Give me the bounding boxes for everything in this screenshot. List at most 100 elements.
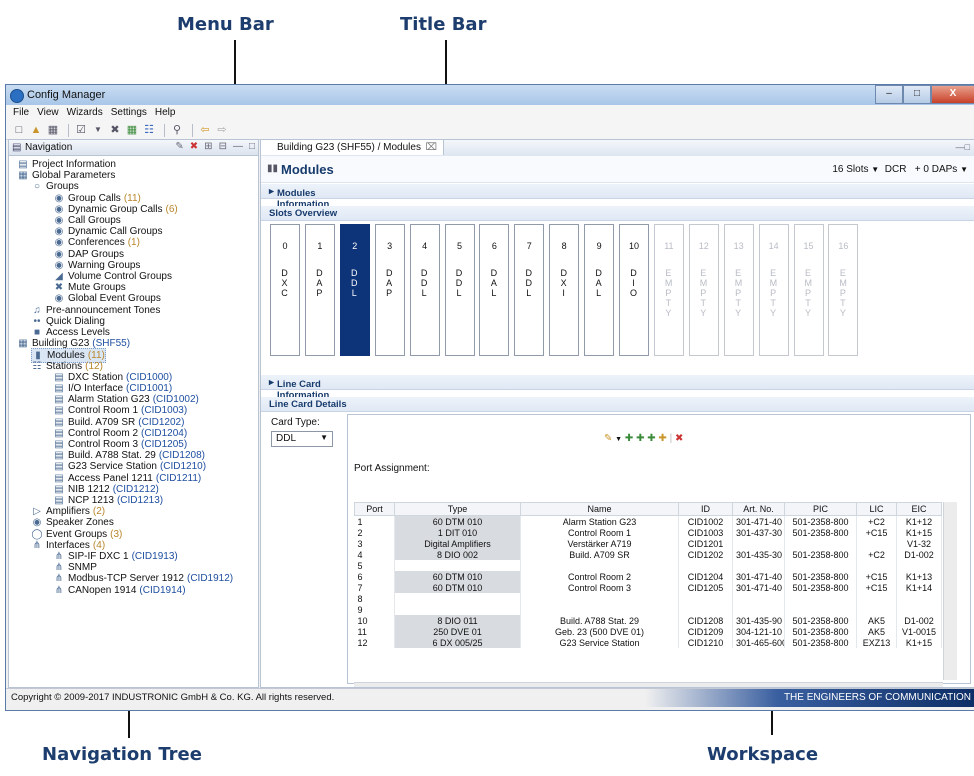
add-port-icon[interactable]: ✚ [636, 433, 644, 444]
slot-card[interactable]: 9 DAL [584, 224, 615, 356]
menu-file[interactable]: File [10, 105, 34, 121]
workspace: Building G23 (SHF55) / Modules ⌧ —□ ▮▮ M… [260, 139, 974, 688]
chevron-down-icon[interactable]: ▼ [871, 165, 879, 174]
column-header[interactable]: LIC [856, 502, 897, 516]
column-header[interactable]: Port [354, 502, 395, 516]
table-row[interactable]: 5 [354, 560, 942, 571]
back-arrow-icon[interactable]: ⇦ [198, 123, 212, 137]
save-icon[interactable]: ▦ [46, 123, 60, 137]
slot-type: EMPTY [734, 268, 743, 318]
slot-card[interactable]: 3 DAP [374, 224, 405, 356]
modules-information-section[interactable]: ▸ Modules Information [261, 184, 974, 210]
table-cell: 301-471-40 [732, 515, 785, 527]
column-header[interactable]: EIC [896, 502, 942, 516]
search-icon[interactable]: ⚲ [170, 123, 184, 137]
add-port-icon[interactable]: ✚ [647, 433, 655, 444]
table-row[interactable]: 3 Digital Amplifiers Verstärker A719 CID120… [354, 538, 942, 549]
new-item-icon[interactable]: ✎ [175, 141, 183, 152]
navigation-tree: ▤ Project Information ▦ Global Parameters ○ G… [9, 156, 258, 686]
slot-card[interactable]: 12 EMPTY [688, 224, 719, 356]
slot-card[interactable]: 0 DXC [270, 224, 300, 356]
slots-dropdown[interactable]: 16 Slots [832, 164, 868, 175]
toolbar-separator [164, 123, 165, 137]
forward-arrow-icon[interactable]: ⇨ [215, 123, 229, 137]
table-row[interactable]: 6 60 DTM 010 Control Room 2 CID1204 301-471-… [354, 571, 942, 582]
table-row[interactable]: 10 8 DIO 011 Build. A788 Stat. 29 CID1208 30… [354, 615, 942, 626]
slot-card[interactable]: 15 EMPTY [793, 224, 824, 356]
slot-card[interactable]: 13 EMPTY [723, 224, 754, 356]
minimize-button[interactable]: – [875, 85, 903, 104]
maximize-editor-icon[interactable]: —□ [956, 142, 970, 152]
tree-item[interactable]: ⋔ CANopen 1914 (CID1914) [53, 584, 186, 597]
table-cell: 1 DIT 010 [394, 527, 521, 538]
collapse-all-icon[interactable]: ⊟ [219, 141, 227, 152]
dcr-label[interactable]: DCR [885, 164, 907, 175]
interface-icon: ⋔ [54, 584, 64, 596]
table-row[interactable]: 8 [354, 593, 942, 604]
check-icon[interactable]: ☑ [74, 123, 88, 137]
dropdown-arrow-icon[interactable]: ▼ [91, 123, 105, 137]
menu-settings[interactable]: Settings [108, 105, 152, 121]
slot-card[interactable]: 7 DDL [514, 224, 545, 356]
slot-card[interactable]: 10 DIO [619, 224, 649, 356]
dropdown-arrow-icon[interactable]: ▼ [615, 436, 622, 443]
navigation-tab[interactable]: ▤ Navigation ✎ ✖ ⊞ ⊟ — □ [9, 140, 258, 156]
slot-card[interactable]: 16 EMPTY [828, 224, 859, 356]
table-row[interactable]: 11 250 DVE 01 Geb. 23 (500 DVE 01) CID1209 3… [354, 626, 942, 637]
table-cell: Digital Amplifiers [394, 538, 521, 549]
editor-tab[interactable]: Building G23 (SHF55) / Modules ⌧ [261, 140, 444, 155]
callout-navigation-tree: Navigation Tree [42, 744, 202, 765]
column-header[interactable]: PIC [784, 502, 857, 516]
assign-icon[interactable]: ✎ [604, 433, 612, 444]
slot-card[interactable]: 4 DDL [409, 224, 440, 356]
line-card-details-label: Line Card Details [269, 399, 347, 410]
maximize-view-icon[interactable]: □ [249, 141, 255, 152]
slot-card[interactable]: 5 DDL [444, 224, 475, 356]
close-tab-icon[interactable]: ⌧ [425, 140, 437, 155]
table-row[interactable]: 48 DIO 002 Build. A709 SR CID1202 301-435-3… [354, 549, 942, 560]
expand-all-icon[interactable]: ⊞ [204, 141, 212, 152]
table-row[interactable]: 21 DIT 010 Control Room 1 CID1003 301-437-3… [354, 527, 942, 538]
minimize-view-icon[interactable]: — [233, 141, 243, 152]
delete-icon[interactable]: ✖ [190, 141, 198, 152]
slot-card[interactable]: 11 EMPTY [653, 224, 684, 356]
chevron-down-icon[interactable]: ▼ [960, 165, 968, 174]
table-cell: Control Room 3 [520, 582, 679, 593]
table-row[interactable]: 1 60 DTM 010 Alarm Station G23 CID1002 301-4… [354, 515, 942, 527]
page-title: Modules [281, 162, 334, 177]
table-vertical-scrollbar[interactable] [943, 502, 957, 680]
table-row[interactable]: 12 6 DX 005/25 G23 Service Station CID1210 3… [354, 637, 942, 648]
edit-port-icon[interactable]: ✚ [658, 433, 666, 444]
slot-card[interactable]: 14 EMPTY [758, 224, 789, 356]
slot-card[interactable]: 6 DAL [479, 224, 510, 356]
close-button[interactable]: X [931, 85, 974, 104]
slot-type: DDL [455, 268, 463, 298]
menu-view[interactable]: View [34, 105, 64, 121]
table-cell: CID1210 [678, 637, 733, 648]
column-header[interactable]: ID [678, 502, 733, 516]
menu-help[interactable]: Help [152, 105, 181, 121]
grid-icon[interactable]: ▦ [125, 123, 139, 137]
table-row[interactable]: 9 [354, 604, 942, 615]
add-port-icon[interactable]: ✚ [625, 433, 633, 444]
tools-icon[interactable]: ✖ [108, 123, 122, 137]
slot-card[interactable]: 8 DXI [549, 224, 580, 356]
table-row[interactable]: 7 60 DTM 010 Control Room 3 CID1205 301-471-… [354, 582, 942, 593]
menu-wizards[interactable]: Wizards [64, 105, 108, 121]
tree-item-count: (1) [127, 237, 140, 249]
delete-icon[interactable]: ✖ [675, 433, 683, 444]
slot-card[interactable]: 2 DDL [339, 224, 370, 356]
slot-card[interactable]: 1 DAP [304, 224, 335, 356]
line-card-information-section[interactable]: ▸ Line Card Information [261, 375, 974, 401]
new-file-icon[interactable]: □ [12, 123, 26, 137]
network-icon[interactable]: ☷ [142, 123, 156, 137]
daps-dropdown[interactable]: + 0 DAPs [915, 164, 958, 175]
maximize-button[interactable]: □ [903, 85, 931, 104]
column-header[interactable]: Name [520, 502, 679, 516]
table-horizontal-scrollbar[interactable] [354, 682, 943, 687]
column-header[interactable]: Art. No. [732, 502, 785, 516]
card-type-dropdown[interactable]: DDL ▼ [271, 431, 333, 447]
title-bar[interactable]: Config Manager – □ X [6, 85, 974, 105]
open-folder-icon[interactable]: ▲ [29, 123, 43, 137]
column-header[interactable]: Type [394, 502, 521, 516]
